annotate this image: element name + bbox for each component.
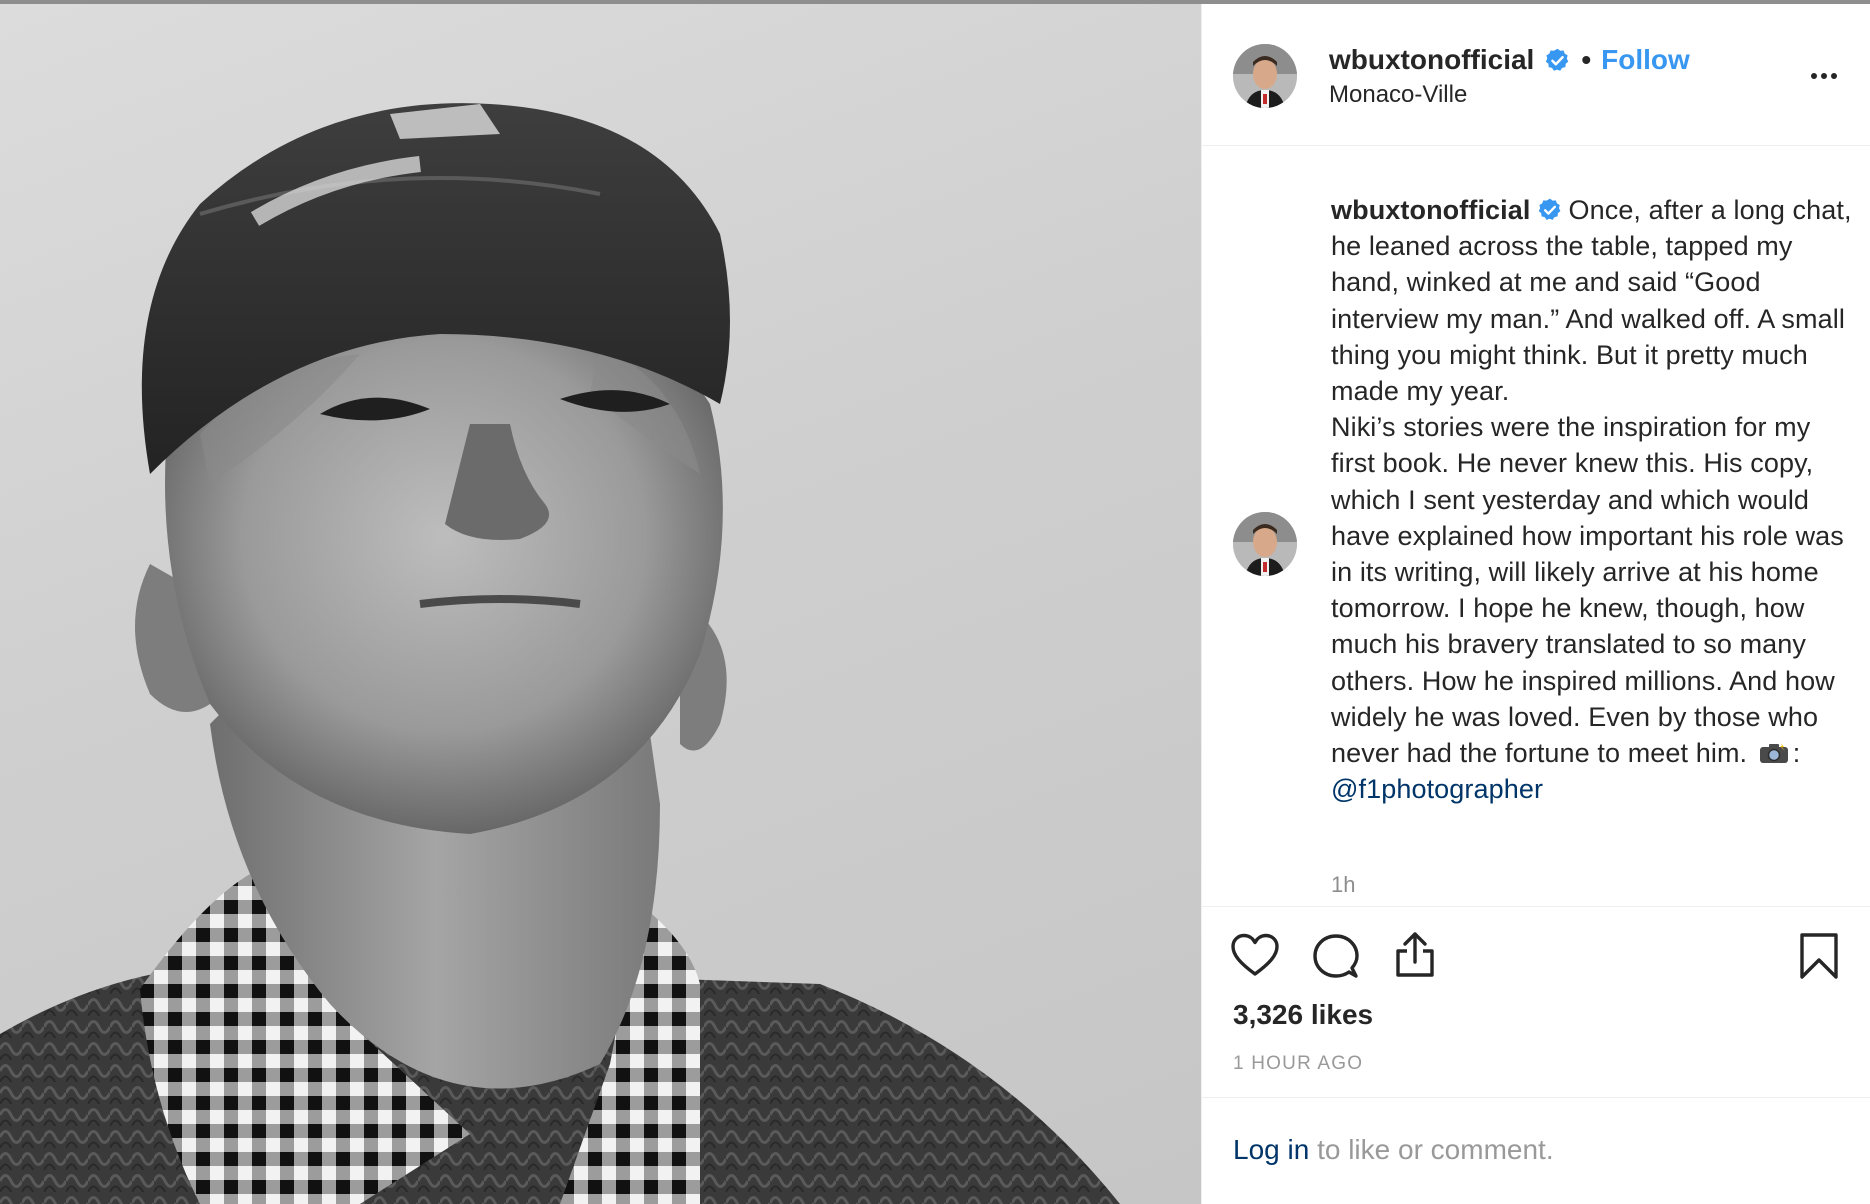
- verified-badge-icon: [1537, 197, 1563, 223]
- post-header: wbuxtonofficial • Follow Monaco-Ville: [1202, 4, 1870, 146]
- post-side-panel: wbuxtonofficial • Follow Monaco-Ville wb…: [1202, 4, 1870, 1204]
- caption-text: Once, after a long chat, he leaned acros…: [1331, 195, 1852, 407]
- photographer-mention-link[interactable]: @f1photographer: [1331, 774, 1543, 804]
- credit-separator: :: [1792, 738, 1801, 769]
- author-username[interactable]: wbuxtonofficial: [1329, 44, 1534, 76]
- heart-icon[interactable]: [1230, 931, 1280, 981]
- post-actions: 3,326 likes 1 HOUR AGO: [1202, 906, 1870, 1098]
- portrait-photo: [0, 103, 1120, 1204]
- post-location[interactable]: Monaco-Ville: [1329, 81, 1467, 109]
- comment-icon[interactable]: [1311, 931, 1361, 981]
- login-prompt: Log in to like or comment.: [1233, 1134, 1554, 1166]
- verified-badge-icon: [1544, 47, 1571, 74]
- post-photo[interactable]: [0, 4, 1201, 1204]
- caption-author-avatar[interactable]: [1233, 512, 1297, 576]
- caption-area: wbuxtonofficial Once, after a long chat, …: [1202, 146, 1870, 906]
- follow-button[interactable]: Follow: [1601, 44, 1690, 76]
- login-link[interactable]: Log in: [1233, 1134, 1309, 1165]
- more-options-icon[interactable]: [1804, 56, 1844, 96]
- bookmark-icon[interactable]: [1794, 931, 1844, 981]
- avatar-image: [1233, 512, 1297, 576]
- avatar-image: [1233, 44, 1297, 108]
- header-separator: •: [1581, 44, 1592, 75]
- post-caption: wbuxtonofficial Once, after a long chat, …: [1331, 192, 1856, 807]
- header-title-line: wbuxtonofficial • Follow: [1329, 44, 1690, 76]
- caption-timestamp[interactable]: 1h: [1331, 872, 1355, 898]
- caption-text-2: Niki’s stories were the inspiration for …: [1331, 412, 1844, 769]
- login-prompt-text: to like or comment.: [1309, 1134, 1554, 1165]
- camera-flash-icon: [1759, 742, 1789, 764]
- caption-username[interactable]: wbuxtonofficial: [1331, 195, 1531, 225]
- likes-count[interactable]: 3,326 likes: [1233, 999, 1373, 1031]
- share-icon[interactable]: [1390, 929, 1440, 979]
- post-time-ago[interactable]: 1 HOUR AGO: [1233, 1053, 1363, 1075]
- author-avatar[interactable]: [1233, 44, 1297, 108]
